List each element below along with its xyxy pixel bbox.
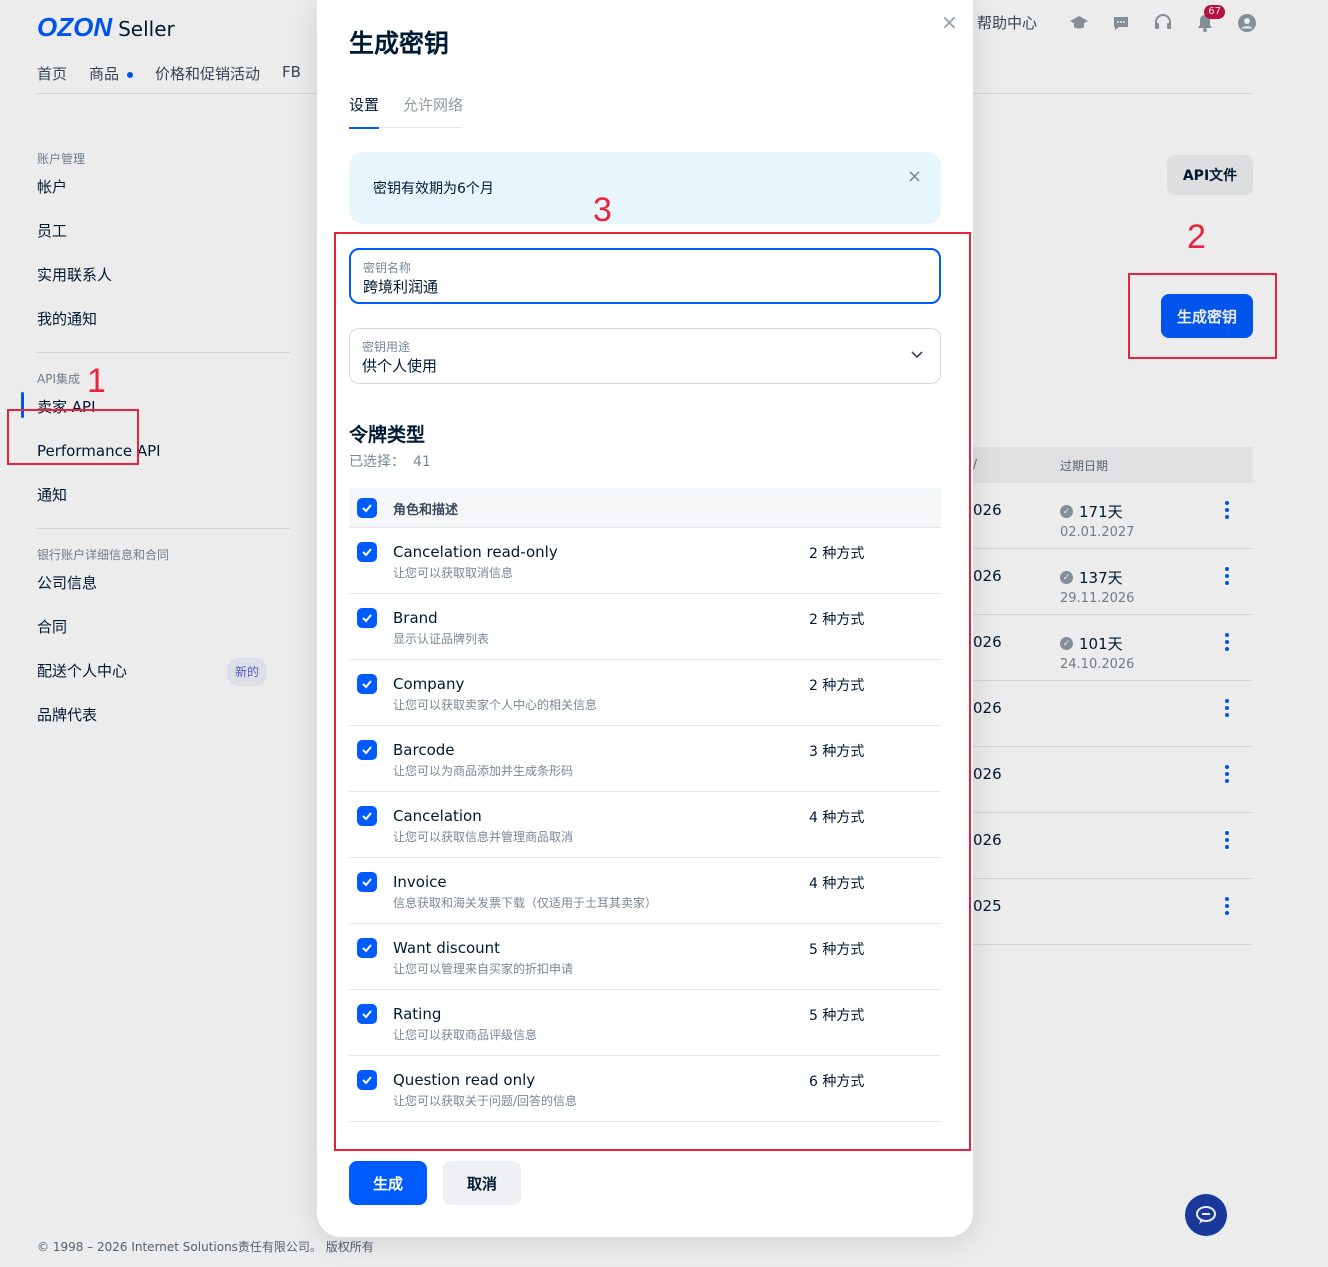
annotation-box-seller-api	[7, 409, 139, 465]
close-modal-icon[interactable]: ×	[941, 10, 958, 34]
annotation-number-3: 3	[593, 191, 612, 229]
modal-tabs: 设置 允许网络	[349, 94, 463, 129]
info-banner: 密钥有效期为6个月 ×	[349, 152, 941, 224]
tab-settings[interactable]: 设置	[349, 94, 380, 129]
modal-title: 生成密钥	[349, 29, 450, 58]
cancel-button[interactable]: 取消	[443, 1161, 521, 1205]
annotation-box-key-settings	[334, 232, 971, 1151]
generate-button[interactable]: 生成	[349, 1161, 427, 1205]
annotation-box-generate	[1128, 273, 1277, 359]
annotation-number-1: 1	[87, 362, 106, 400]
info-banner-text: 密钥有效期为6个月	[373, 181, 494, 197]
annotation-number-2: 2	[1187, 218, 1206, 256]
close-banner-icon[interactable]: ×	[907, 166, 922, 187]
tab-allowed-networks[interactable]: 允许网络	[403, 94, 463, 129]
